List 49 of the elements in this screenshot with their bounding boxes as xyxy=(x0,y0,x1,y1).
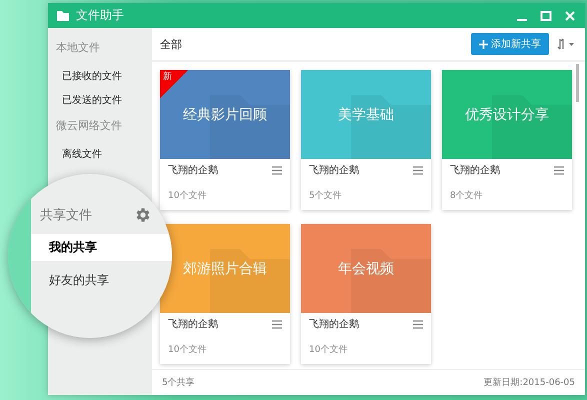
card-owner: 飞翔的企鹅 xyxy=(450,164,500,177)
file-count: 10个文件 xyxy=(167,190,208,203)
folder-icon xyxy=(492,95,572,159)
file-count: 10个文件 xyxy=(167,344,208,357)
sidebar-heading: 微云网络文件 xyxy=(55,118,123,134)
card-owner: 飞翔的企鹅 xyxy=(168,318,218,331)
sidebar-item[interactable]: 已接收的文件 xyxy=(48,64,152,88)
menu-icon[interactable] xyxy=(413,166,423,174)
new-badge: 新 xyxy=(160,70,188,98)
card-title: 郊游照片合辑 xyxy=(183,260,267,278)
close-icon[interactable] xyxy=(563,8,577,22)
card-owner: 飞翔的企鹅 xyxy=(309,318,359,331)
filter-label: 全部 xyxy=(160,36,183,52)
settings-icon[interactable] xyxy=(134,206,152,224)
card-title: 经典影片回顾 xyxy=(183,106,267,124)
share-card[interactable]: 郊游照片合辑 飞翔的企鹅 10个文件 xyxy=(160,224,290,364)
card-title: 优秀设计分享 xyxy=(465,106,549,124)
share-card[interactable]: 美学基础 飞翔的企鹅 5个文件 xyxy=(301,70,431,210)
file-count: 10个文件 xyxy=(308,344,348,357)
share-count: 5个共享 xyxy=(162,376,195,389)
file-count: 5个文件 xyxy=(308,190,343,203)
folder-icon xyxy=(351,95,431,159)
folder-icon xyxy=(56,8,70,22)
sidebar-heading: 本地文件 xyxy=(55,40,101,56)
file-count: 8个文件 xyxy=(449,190,484,203)
menu-icon[interactable] xyxy=(413,320,423,328)
card-title: 年会视频 xyxy=(338,260,394,278)
menu-icon[interactable] xyxy=(554,166,564,174)
menu-icon[interactable] xyxy=(272,166,282,174)
card-owner: 飞翔的企鹅 xyxy=(309,164,359,177)
folder-icon xyxy=(210,95,290,159)
menu-icon[interactable] xyxy=(272,320,282,328)
sidebar-item[interactable]: 已发送的文件 xyxy=(48,88,152,112)
sort-icon[interactable] xyxy=(557,37,575,51)
window-title: 文件助手 xyxy=(76,7,125,24)
folder-icon xyxy=(210,249,290,313)
maximize-icon[interactable] xyxy=(539,8,553,22)
plus-icon xyxy=(479,40,488,48)
share-card[interactable]: 经典影片回顾 新 飞翔的企鹅 10个文件 xyxy=(160,70,290,210)
share-card[interactable]: 优秀设计分享 飞翔的企鹅 8个文件 xyxy=(442,70,572,210)
sidebar-heading: 共享文件 xyxy=(40,207,92,224)
card-title: 美学基础 xyxy=(338,106,394,124)
card-owner: 飞翔的企鹅 xyxy=(168,164,218,177)
folder-icon xyxy=(351,249,431,313)
sidebar-item[interactable]: 离线文件 xyxy=(48,142,152,166)
share-card[interactable]: 年会视频 飞翔的企鹅 10个文件 xyxy=(301,224,431,364)
sidebar-item[interactable]: 我的共享 xyxy=(31,234,172,261)
update-date: 更新日期:2015-06-05 xyxy=(484,376,575,389)
scrollbar[interactable] xyxy=(576,64,579,102)
